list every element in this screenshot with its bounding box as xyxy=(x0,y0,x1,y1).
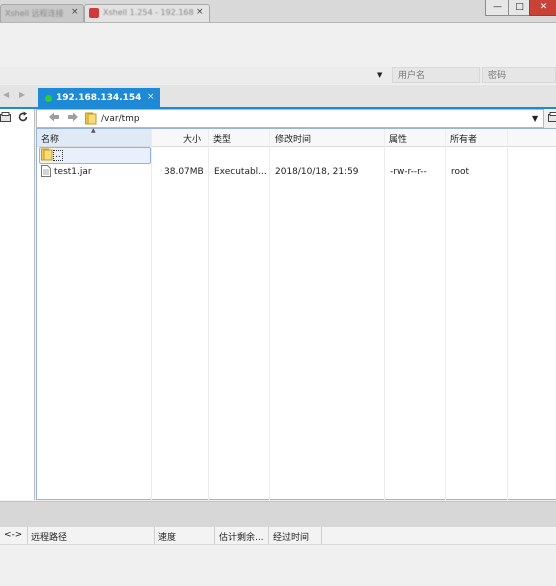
host-dropdown-icon[interactable]: ▼ xyxy=(377,71,382,79)
file-size: 38.07MB xyxy=(164,167,204,177)
close-window-button[interactable]: ✕ xyxy=(529,0,556,16)
browser-tab[interactable]: Xshell 远程连接 × xyxy=(0,4,84,22)
column-divider xyxy=(507,129,508,500)
tab-scroll-left-icon[interactable]: ◀ xyxy=(3,90,9,99)
path-dropdown-icon[interactable]: ▼ xyxy=(532,114,538,123)
local-folder-icon[interactable] xyxy=(0,112,11,122)
column-attributes[interactable]: 属性 xyxy=(389,132,407,145)
column-size[interactable]: 大小 xyxy=(183,132,201,145)
restore-button[interactable]: □ xyxy=(508,0,531,16)
tab-scroll-right-icon[interactable]: ▶ xyxy=(19,90,25,99)
session-tab[interactable]: 192.168.134.154 × xyxy=(38,88,160,108)
refresh-icon[interactable] xyxy=(17,111,29,123)
local-pane xyxy=(0,109,35,500)
browser-tab-active[interactable]: Xshell 1.254 - 192.168 × xyxy=(84,4,210,22)
app-icon xyxy=(89,8,99,18)
sort-ascending-icon: ▲ xyxy=(91,127,96,134)
file-owner: root xyxy=(451,167,470,177)
column-divider xyxy=(154,527,155,544)
back-icon[interactable] xyxy=(47,110,61,127)
username-field[interactable]: 用户名 xyxy=(392,67,480,83)
column-divider xyxy=(214,527,215,544)
connected-status-icon xyxy=(45,95,52,102)
column-divider xyxy=(268,527,269,544)
status-bar xyxy=(0,501,556,527)
column-divider xyxy=(321,527,322,544)
column-divider xyxy=(384,129,385,500)
path-input[interactable]: /var/tmp xyxy=(101,114,140,124)
minimize-button[interactable]: — xyxy=(485,0,510,16)
column-divider xyxy=(208,129,209,500)
transfer-column-remaining[interactable]: 估计剩余... xyxy=(219,530,264,543)
folder-icon xyxy=(85,112,97,128)
close-icon[interactable]: × xyxy=(71,7,79,17)
transfer-list xyxy=(0,545,556,586)
column-name[interactable]: 名称 xyxy=(41,132,59,145)
session-tab-label: 192.168.134.154 xyxy=(56,93,142,103)
column-owner[interactable]: 所有者 xyxy=(450,132,477,145)
file-modified: 2018/10/18, 21:59 xyxy=(275,167,359,177)
transfer-column-elapsed[interactable]: 经过时间 xyxy=(273,530,309,543)
file-attributes: -rw-r--r-- xyxy=(390,167,427,177)
remote-folder-icon[interactable] xyxy=(548,112,556,125)
column-divider xyxy=(269,129,270,500)
toolbar xyxy=(0,23,556,66)
password-field[interactable]: 密码 xyxy=(482,67,556,83)
browser-tab-label: Xshell 远程连接 xyxy=(5,9,64,18)
file-name[interactable]: .. xyxy=(53,150,63,161)
transfer-column-remote-path[interactable]: 远程路径 xyxy=(31,530,67,543)
file-name[interactable]: test1.jar xyxy=(54,167,92,177)
column-divider xyxy=(27,527,28,544)
column-type[interactable]: 类型 xyxy=(213,132,231,145)
transfer-column-speed[interactable]: 速度 xyxy=(158,530,176,543)
column-divider xyxy=(151,129,152,500)
forward-icon[interactable] xyxy=(66,110,80,127)
folder-up-icon xyxy=(41,148,53,164)
close-icon[interactable]: × xyxy=(147,92,155,102)
close-icon[interactable]: × xyxy=(196,7,204,17)
remote-file-pane xyxy=(36,128,556,500)
browser-tab-label: Xshell 1.254 - 192.168 xyxy=(103,8,194,17)
column-divider xyxy=(445,129,446,500)
column-modified[interactable]: 修改时间 xyxy=(275,132,311,145)
file-type: Executabl... xyxy=(214,167,267,177)
file-icon xyxy=(41,165,51,180)
transfer-column-direction[interactable]: <-> xyxy=(4,530,22,540)
